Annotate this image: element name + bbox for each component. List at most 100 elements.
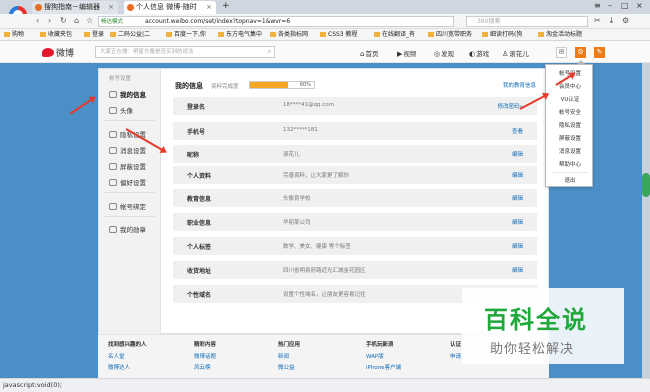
info-row-career: 职业信息 华丽某公司 编辑 bbox=[173, 213, 537, 232]
bookmark-item[interactable]: 东方电气集中 bbox=[218, 29, 262, 40]
secure-badge: 畅达模式 bbox=[101, 19, 124, 25]
new-tab-button[interactable]: + bbox=[222, 1, 230, 11]
view-phone-link[interactable]: 查看 bbox=[512, 127, 523, 135]
folder-icon bbox=[40, 32, 46, 37]
tab-label: 个人信息 微博-随时 bbox=[136, 3, 197, 11]
bookmark-item[interactable]: CSS3 教程 bbox=[320, 29, 358, 40]
message-icon[interactable]: ✉ bbox=[556, 47, 567, 58]
medal-icon bbox=[109, 226, 117, 233]
edit-nickname-link[interactable]: 编辑 bbox=[512, 150, 523, 158]
minimize-icon[interactable]: – bbox=[608, 1, 612, 10]
bookmark-item[interactable]: 在线翻译_有 bbox=[374, 29, 415, 40]
bookmark-item[interactable]: 登录 bbox=[84, 29, 104, 40]
home-icon[interactable]: ⌂ bbox=[74, 16, 79, 25]
user-icon bbox=[109, 91, 117, 98]
divider bbox=[105, 216, 155, 217]
edit-address-link[interactable]: 编辑 bbox=[512, 266, 523, 274]
weibo-search-input[interactable]: 大家正在搜：明星头像是否买到的说法 ⌕ bbox=[95, 46, 275, 58]
refresh-icon[interactable]: ↻ bbox=[60, 16, 67, 25]
back-icon[interactable]: ‹ bbox=[36, 16, 39, 25]
bookmark-item[interactable]: 百度一下,你 bbox=[166, 29, 206, 40]
preference-icon bbox=[109, 179, 117, 186]
dropdown-item-logout[interactable]: 退出 bbox=[546, 176, 594, 184]
info-row-profile: 个人资料 完善资料，让大家更了解你 编辑 bbox=[173, 166, 537, 185]
sidebar-item-messages[interactable]: 消息设置 bbox=[109, 145, 146, 155]
nav-video[interactable]: ▶视频 bbox=[397, 48, 416, 58]
footer-col: 认证 申请 bbox=[450, 342, 462, 360]
browser-tab-2[interactable]: 个人信息 微博-随时 × bbox=[124, 1, 216, 14]
bookmark-item[interactable]: 收藏夹包 bbox=[40, 29, 72, 40]
status-text: javascript:void(0); bbox=[3, 381, 63, 389]
url-input[interactable]: 畅达模式 account.weibo.com/set/index?topnav=1… bbox=[98, 16, 454, 27]
status-bar: javascript:void(0); bbox=[0, 378, 650, 392]
weibo-logo[interactable]: 微博 bbox=[42, 46, 74, 59]
folder-icon bbox=[166, 32, 172, 37]
search-placeholder: 360搜索 bbox=[477, 18, 501, 25]
education-info-link[interactable]: 我的教育信息 bbox=[503, 81, 536, 89]
forward-icon[interactable]: › bbox=[48, 16, 51, 25]
sidebar-item-bind[interactable]: 帐号绑定 bbox=[109, 201, 146, 211]
home-icon: ⌂ bbox=[360, 50, 365, 58]
download-icon[interactable]: ↓ bbox=[608, 16, 615, 25]
sidebar-item-avatar[interactable]: 头像 bbox=[109, 105, 133, 115]
compose-icon[interactable]: ✎ bbox=[594, 47, 605, 58]
extension-icon[interactable]: ✂ bbox=[594, 16, 601, 25]
info-row-phone: 手机号 132*****181 查看 bbox=[173, 122, 537, 141]
lock-icon bbox=[109, 131, 117, 138]
progress-percent: 60% bbox=[299, 82, 311, 88]
bookmark-item[interactable]: 各类指标网 bbox=[270, 29, 308, 40]
bookmark-item[interactable]: 淘金活动标题 bbox=[538, 29, 582, 40]
completion-label: 资料完成度 bbox=[211, 84, 239, 90]
info-row-nickname: 昵称 滚花儿 编辑 bbox=[173, 145, 537, 164]
scroll-thumb[interactable] bbox=[642, 173, 650, 197]
dropdown-item-verify[interactable]: VU认证 bbox=[546, 95, 594, 103]
bookmark-item[interactable]: 购物 bbox=[4, 29, 24, 40]
sidebar-item-block[interactable]: 屏蔽设置 bbox=[109, 161, 146, 171]
video-icon: ▶ bbox=[397, 50, 403, 58]
folder-icon bbox=[218, 32, 224, 37]
bookmark-item[interactable]: 细读打码(狗 bbox=[482, 29, 522, 40]
nav-home[interactable]: ⌂首页 bbox=[360, 48, 378, 58]
edit-education-link[interactable]: 编辑 bbox=[512, 194, 523, 202]
bookmark-item[interactable]: 四川宽带职务 bbox=[428, 29, 472, 40]
nav-profile[interactable]: ♙滚花儿 bbox=[502, 48, 529, 58]
weibo-header: 微博 大家正在搜：明星头像是否买到的说法 ⌕ ⌂首页 ▶视频 ◎发现 ◐游戏 ♙滚… bbox=[0, 41, 650, 63]
folder-icon bbox=[84, 32, 90, 37]
folder-icon bbox=[428, 32, 434, 37]
sidebar-item-preferences[interactable]: 偏好设置 bbox=[109, 177, 146, 187]
nav-discover[interactable]: ◎发现 bbox=[434, 48, 454, 58]
edit-tags-link[interactable]: 编辑 bbox=[512, 242, 523, 250]
nav-games[interactable]: ◐游戏 bbox=[469, 48, 489, 58]
settings-icon[interactable]: ⚙ bbox=[622, 16, 629, 25]
folder-icon bbox=[482, 32, 488, 37]
menu-icon[interactable]: ≡ bbox=[594, 1, 601, 10]
watermark-title: 百科全说 bbox=[484, 306, 588, 334]
dropdown-item-messages[interactable]: 消息设置 bbox=[546, 147, 594, 155]
favorite-star-icon[interactable]: ☆ bbox=[86, 16, 93, 25]
sidebar-item-medals[interactable]: 我的勋章 bbox=[109, 224, 146, 234]
close-tab-icon[interactable]: × bbox=[108, 1, 114, 14]
dropdown-item-privacy[interactable]: 隐私设置 bbox=[546, 121, 594, 129]
close-tab-icon[interactable]: × bbox=[206, 1, 212, 14]
folder-icon bbox=[538, 32, 544, 37]
dropdown-item-block[interactable]: 屏蔽设置 bbox=[546, 134, 594, 142]
search-icon[interactable]: ⌕ bbox=[268, 47, 271, 58]
gear-icon[interactable]: ⚙ bbox=[575, 47, 586, 58]
dropdown-item-help[interactable]: 帮助中心 bbox=[546, 160, 594, 168]
page-scrollbar[interactable] bbox=[642, 63, 650, 378]
browser-search-input[interactable]: 360搜索 bbox=[466, 16, 588, 27]
block-icon bbox=[109, 163, 117, 170]
folder-icon bbox=[270, 32, 276, 37]
dropdown-item-vip[interactable]: 会员中心 bbox=[546, 82, 594, 90]
sidebar-item-my-info[interactable]: 我的信息 bbox=[109, 89, 146, 99]
browser-tab-1[interactable]: 搜狗指南－编辑器 × bbox=[32, 1, 118, 14]
edit-career-link[interactable]: 编辑 bbox=[512, 218, 523, 226]
folder-icon bbox=[374, 32, 380, 37]
maximize-icon[interactable]: □ bbox=[621, 1, 629, 10]
info-row-login: 登录名 18****41@qq.com 修改密码» bbox=[173, 97, 537, 116]
edit-profile-link[interactable]: 编辑 bbox=[512, 171, 523, 179]
close-window-icon[interactable]: × bbox=[636, 1, 643, 10]
bookmark-item[interactable]: 二码公益|二 bbox=[110, 29, 150, 40]
completion-progress: 60% bbox=[249, 81, 315, 89]
dropdown-item-security[interactable]: 帐号安全 bbox=[546, 108, 594, 116]
